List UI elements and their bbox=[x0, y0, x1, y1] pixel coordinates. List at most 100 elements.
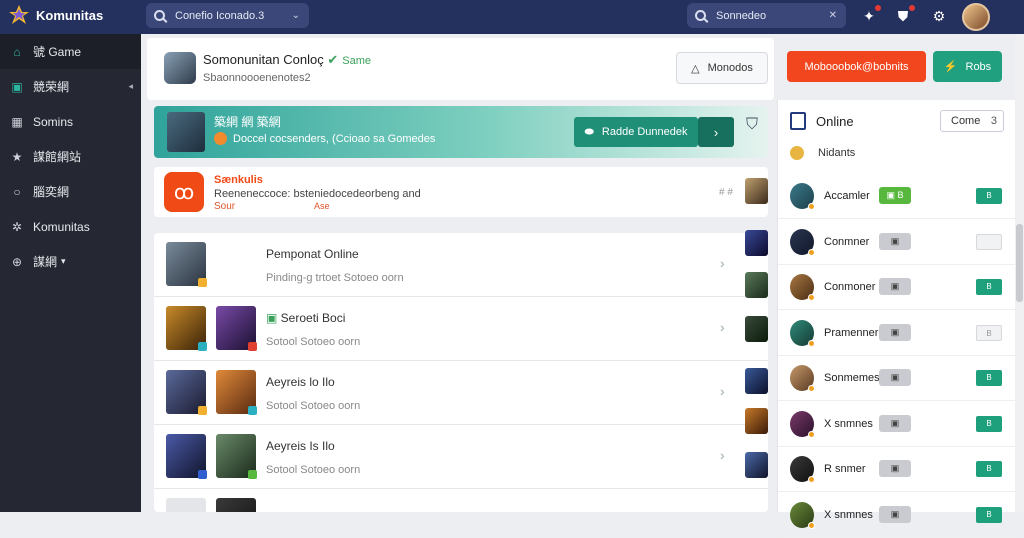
mini-thumbnail[interactable] bbox=[745, 452, 768, 478]
friend-action-button[interactable]: B bbox=[976, 461, 1002, 477]
profile-avatar[interactable] bbox=[164, 52, 196, 84]
feed-title: Pemponat Online bbox=[266, 247, 359, 261]
bolt-icon: ⚡ bbox=[943, 61, 958, 73]
friend-action-button[interactable]: B bbox=[976, 415, 1002, 432]
friend-tag: ▣ bbox=[879, 369, 911, 386]
feed-title-text: Seroeti Boci bbox=[280, 311, 346, 325]
friend-tag: ▣ bbox=[879, 414, 911, 432]
panel-title: Online bbox=[816, 113, 854, 129]
friend-avatar bbox=[790, 410, 815, 438]
filter-select[interactable]: Come 3 bbox=[940, 110, 1004, 132]
sidebar-item-game[interactable]: ⌂ 號 Game bbox=[0, 34, 141, 69]
logo[interactable]: Komunitas bbox=[8, 5, 103, 25]
chevron-right-icon[interactable]: › bbox=[720, 447, 725, 463]
badge-icon bbox=[248, 406, 257, 415]
mini-thumbnail[interactable] bbox=[745, 178, 768, 204]
online-indicator bbox=[808, 476, 815, 483]
sidebar-item-bookmark[interactable]: ▣ 競荣網 ◂ bbox=[0, 69, 141, 104]
monodos-button[interactable]: △ Monodos bbox=[676, 52, 768, 84]
button-label: Robs bbox=[965, 60, 992, 73]
chevron-down-icon[interactable]: ⌄ bbox=[292, 10, 300, 21]
sidebar-item-komunitas[interactable]: ✲ Komunitas bbox=[0, 209, 141, 244]
close-icon[interactable]: ✕ bbox=[829, 10, 837, 21]
mini-thumbnail[interactable] bbox=[745, 230, 768, 256]
friend-action-button[interactable]: B bbox=[976, 324, 1002, 341]
profile-subtitle: Sbaonnoooenenotes2 bbox=[203, 72, 311, 84]
friend-action-button[interactable]: B bbox=[976, 506, 1002, 523]
notification-dot bbox=[875, 5, 881, 11]
scrollbar[interactable] bbox=[1015, 34, 1024, 512]
sidebar-item-label: 號 Game bbox=[33, 45, 82, 59]
sidebar: ⌂ 號 Game ▣ 競荣網 ◂ ▦ Somins ★ 謀館網站 ○ 腦奕網 ✲ Komuni… bbox=[0, 34, 141, 512]
list-item[interactable]: Pemponat Online Pinding-g trtoet Sotoeo … bbox=[154, 233, 768, 297]
shield-icon[interactable]: ⛊ bbox=[894, 5, 915, 25]
sidebar-item-favorites[interactable]: ★ 謀館網站 bbox=[0, 139, 141, 174]
sidebar-item-globe[interactable]: ⊕ 謀網 ▾ bbox=[0, 244, 141, 279]
friend-name: R snmer bbox=[824, 463, 866, 475]
friend-row[interactable]: Conmner ▣ bbox=[778, 220, 1018, 265]
primary-action-button[interactable]: Mobooobok@bobnits bbox=[787, 51, 926, 82]
friend-row[interactable]: X snmnes ▣ B bbox=[778, 402, 1018, 447]
list-item[interactable]: Aeyreis lo Ilo Sotool Sotoeo oorn › bbox=[154, 361, 768, 425]
friend-row[interactable]: R snmer ▣ B bbox=[778, 447, 1018, 492]
notification-dot bbox=[909, 5, 915, 11]
friend-name: Conmoner bbox=[824, 281, 876, 293]
friend-row[interactable]: X snmnes ▣ B bbox=[778, 493, 1018, 538]
select-count: 3 bbox=[990, 115, 997, 127]
friend-tag: ▣ bbox=[879, 460, 911, 477]
friend-name: Accamler bbox=[824, 190, 870, 202]
profile-status: Same bbox=[342, 55, 371, 67]
banner-next-button[interactable]: › bbox=[698, 117, 734, 147]
sidebar-item-label: Komunitas bbox=[33, 219, 90, 234]
badge-icon bbox=[198, 470, 207, 479]
avatar[interactable] bbox=[962, 3, 990, 31]
mini-thumbnail[interactable] bbox=[745, 316, 768, 342]
friend-row[interactable]: Sonmemes ▣ B bbox=[778, 356, 1018, 401]
shield-icon[interactable]: ⛉ bbox=[746, 116, 764, 144]
friend-action-button[interactable]: B bbox=[976, 279, 1002, 295]
search-input-secondary[interactable]: Sonnedeo ✕ bbox=[687, 3, 846, 28]
friend-row[interactable]: Pramenner ▣ B bbox=[778, 311, 1018, 356]
notice-card[interactable]: ꝏ Sænkulis Reeneneccoce: bsteniedocedeor… bbox=[154, 167, 768, 217]
chevron-right-icon[interactable]: › bbox=[720, 255, 725, 271]
banner-subtitle: Doccel cocsenders, (Ccioao sa Gomedes bbox=[214, 132, 435, 145]
sidebar-item-somins[interactable]: ▦ Somins bbox=[0, 104, 141, 139]
mini-thumbnail[interactable] bbox=[745, 368, 768, 394]
scrollbar-thumb[interactable] bbox=[1016, 224, 1023, 302]
friend-tag-icon: ▣ bbox=[890, 281, 900, 291]
online-indicator bbox=[808, 339, 815, 347]
list-item[interactable] bbox=[154, 489, 768, 512]
mini-thumbnail[interactable] bbox=[745, 272, 768, 298]
friend-action-button[interactable]: B bbox=[976, 370, 1002, 386]
robs-button[interactable]: ⚡ Robs bbox=[933, 51, 1002, 82]
friend-tag: ▣ bbox=[879, 505, 911, 523]
friend-action-button[interactable] bbox=[976, 233, 1002, 250]
friend-name: X snmnes bbox=[824, 508, 873, 521]
sidebar-item-label: 謀網 bbox=[33, 255, 58, 269]
banner-thumbnail bbox=[167, 112, 205, 152]
featured-banner[interactable]: 築網 網 築網 Doccel cocsenders, (Ccioao sa Go… bbox=[154, 106, 768, 158]
sidebar-item-search[interactable]: ○ 腦奕網 bbox=[0, 174, 141, 209]
search-icon bbox=[154, 10, 165, 21]
banner-action-button[interactable]: ⬬ Radde Dunnedek bbox=[574, 117, 698, 147]
game-controller-icon[interactable]: ✦ bbox=[860, 5, 881, 25]
list-item[interactable]: Aeyreis Is Ilo Sotool Sotoeo oorn › bbox=[154, 425, 768, 489]
mini-thumbnail[interactable] bbox=[745, 408, 768, 434]
chevron-right-icon[interactable]: › bbox=[720, 319, 725, 335]
feed-title: Aeyreis lo Ilo bbox=[266, 375, 335, 389]
gear-icon[interactable]: ⚙ bbox=[930, 7, 948, 25]
friend-row[interactable]: Accamler ▣ BB bbox=[778, 174, 1018, 219]
friend-action-button[interactable]: B bbox=[976, 188, 1002, 204]
profile-card: Somonunitan Conloç ✔ Same Sbaonnoooenenot… bbox=[147, 38, 774, 100]
friend-row[interactable]: Conmoner ▣ B bbox=[778, 265, 1018, 310]
chevron-right-icon[interactable]: › bbox=[720, 383, 725, 399]
list-item[interactable]: ▣ Seroeti Boci Sotool Sotoeo oorn › bbox=[154, 297, 768, 361]
badge-icon bbox=[198, 278, 207, 287]
friend-tag-icon: ▣ bbox=[890, 463, 900, 473]
user-icon: △ bbox=[691, 62, 700, 75]
notice-title: Sænkulis bbox=[214, 174, 263, 186]
search-input-primary[interactable]: Conefio Iconado.3 ⌄ bbox=[146, 3, 309, 28]
badge-icon bbox=[198, 342, 207, 351]
notice-tag-secondary: Ase bbox=[314, 201, 330, 211]
badge-icon bbox=[248, 342, 257, 351]
